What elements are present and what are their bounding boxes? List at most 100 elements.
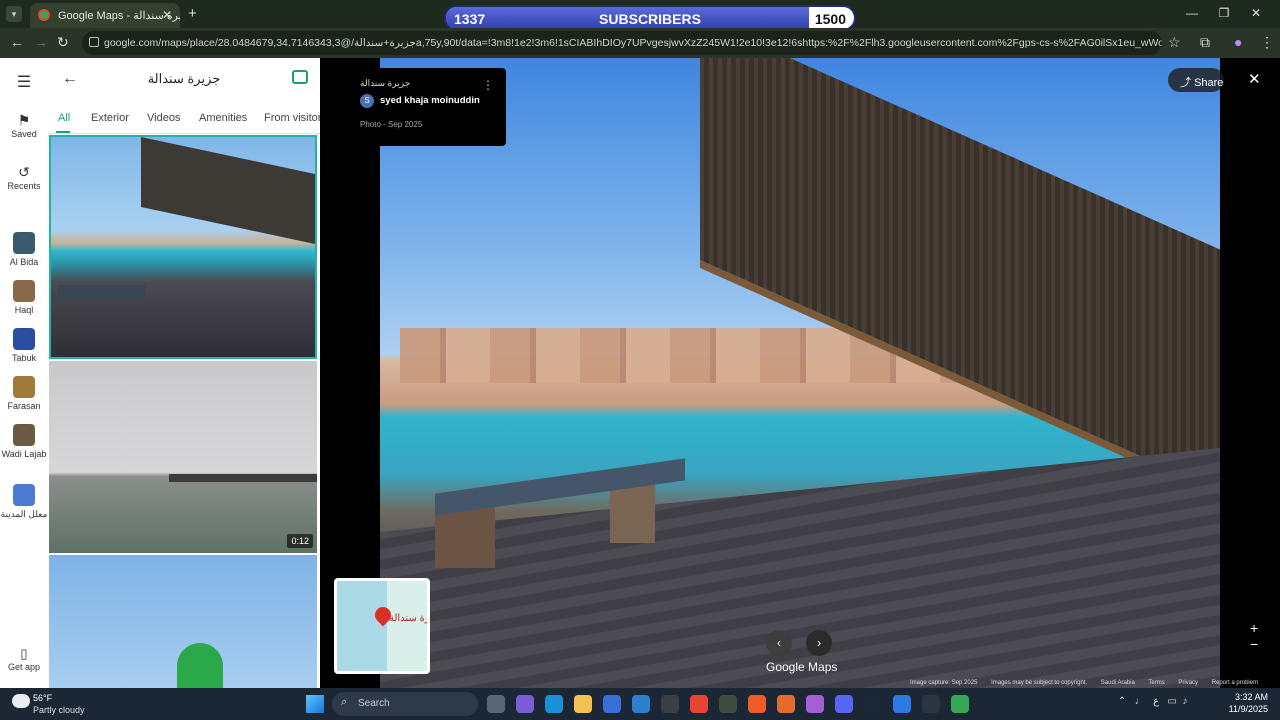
close-tab-icon[interactable]: ✕ — [162, 8, 172, 22]
contributor-name[interactable]: syed khaja moinuddin — [380, 95, 480, 106]
rail-get-app[interactable]: ▯ Get app — [0, 646, 48, 672]
photo-category-tabs: All Exterior Videos Amenities From visit… — [48, 110, 320, 134]
reload-icon[interactable]: ↻ — [57, 34, 69, 51]
photo-thumbnail-selected[interactable] — [49, 135, 317, 359]
new-tab-icon[interactable]: + — [188, 5, 197, 22]
menu-icon[interactable]: ☰ — [0, 72, 48, 92]
url-text: google.com/maps/place/جزيرة+سندالة/@28.0… — [104, 37, 1162, 49]
url-field[interactable]: google.com/maps/place/جزيرة+سندالة/@28.0… — [82, 31, 1162, 55]
language-indicator[interactable]: ع — [1153, 696, 1159, 707]
app-icon[interactable] — [806, 695, 824, 713]
main-photo[interactable] — [380, 58, 1220, 688]
tab-amenities[interactable]: Amenities — [199, 112, 247, 124]
rail-place[interactable]: Farasan — [0, 376, 48, 411]
report-problem-link[interactable]: Report a problem — [1212, 680, 1258, 686]
taskbar-search[interactable]: ⌕ Search — [332, 692, 478, 716]
info-place-name: جزيرة سندالة — [360, 78, 411, 88]
tab-videos[interactable]: Videos — [147, 112, 180, 124]
more-options-icon[interactable]: ⋮ — [482, 78, 494, 92]
browser-tab[interactable]: Google Maps - جزيرة سندالة ✕ — [30, 3, 180, 28]
display-icon[interactable]: ▭ — [1167, 696, 1176, 707]
app-icon[interactable] — [777, 695, 795, 713]
rail-saved[interactable]: ⚑ Saved — [0, 112, 48, 139]
mini-map[interactable]: جزيرة سندالة — [334, 578, 430, 674]
rail-place-label: Tabuk — [11, 353, 37, 363]
place-thumbnail — [13, 424, 35, 446]
google-maps-favicon-icon — [38, 9, 50, 21]
share-button[interactable]: ⤴ Share — [1168, 68, 1224, 92]
app-icon[interactable] — [661, 695, 679, 713]
previous-photo-button[interactable]: ‹ — [766, 630, 792, 656]
rail-place[interactable]: Wadi Lajab — [0, 424, 48, 459]
tray-chevron-icon[interactable]: ⌃ — [1118, 696, 1126, 707]
restore-icon[interactable]: ❐ — [1208, 6, 1240, 20]
extensions-icon[interactable]: ⧉ — [1200, 34, 1210, 51]
steam-icon[interactable] — [864, 695, 882, 713]
rail-place[interactable]: Al Bida — [0, 232, 48, 267]
microphone-icon[interactable]: ♩ — [1135, 696, 1145, 707]
site-info-icon[interactable] — [89, 37, 99, 47]
video-thumbnail[interactable]: 0:12 — [49, 361, 317, 553]
app-icon[interactable] — [922, 695, 940, 713]
clock-date[interactable]: 11/9/2025 — [1224, 704, 1268, 714]
file-explorer-icon[interactable] — [574, 695, 592, 713]
rail-place-label: Haql — [14, 305, 34, 315]
place-thumbnail — [13, 280, 35, 302]
privacy-link[interactable]: Privacy — [1178, 680, 1198, 686]
rail-place[interactable]: Haql — [0, 280, 48, 315]
mail-icon[interactable] — [632, 695, 650, 713]
rail-place[interactable]: Tabuk — [0, 328, 48, 363]
tab-exterior[interactable]: Exterior — [91, 112, 129, 124]
minimize-icon[interactable]: — — [1176, 6, 1208, 20]
chrome-icon[interactable] — [690, 695, 708, 713]
weather-icon[interactable] — [12, 694, 30, 708]
add-photo-icon[interactable] — [292, 70, 308, 84]
photo-date: Photo - Sep 2025 — [360, 120, 423, 129]
tab-list-button[interactable]: ▾ — [6, 6, 22, 22]
tab-all[interactable]: All — [58, 112, 70, 124]
app-icon[interactable] — [893, 695, 911, 713]
forward-icon[interactable]: → — [34, 34, 48, 50]
edge-icon[interactable] — [545, 695, 563, 713]
photo-shoreline — [169, 474, 317, 482]
weather-description[interactable]: Partly cloudy — [33, 705, 85, 715]
zoom-in-icon[interactable]: + — [1250, 620, 1258, 636]
copilot-icon[interactable] — [516, 695, 534, 713]
profile-avatar[interactable]: ● — [1234, 34, 1242, 50]
clock-time[interactable]: 3:32 AM — [1224, 692, 1268, 702]
task-view-icon[interactable] — [487, 695, 505, 713]
weather-temperature[interactable]: 56°F — [33, 693, 52, 703]
subscriber-label: SUBSCRIBERS — [599, 11, 701, 27]
rail-place-label: Wadi Lajab — [1, 449, 47, 459]
minimap-label: جزيرة سندالة — [389, 613, 430, 624]
rail-place[interactable]: معلل المدينة — [0, 484, 48, 520]
next-photo-button[interactable]: › — [806, 630, 832, 656]
tab-from-visitors[interactable]: From visitors — [264, 112, 320, 124]
history-icon: ↺ — [18, 164, 30, 180]
system-tray: ⌃ ♩ ع ▭ ♪ — [1118, 696, 1187, 707]
close-icon[interactable]: ✕ — [1248, 70, 1261, 88]
rail-recents[interactable]: ↺ Recents — [0, 164, 48, 191]
browser-menu-icon[interactable]: ⋮ — [1260, 34, 1274, 51]
back-icon[interactable]: ← — [10, 34, 24, 50]
zoom-out-icon[interactable]: − — [1250, 636, 1258, 652]
start-button[interactable] — [306, 695, 324, 713]
photo-viewer: جزيرة سندالة ⋮ S syed khaja moinuddin Ph… — [320, 58, 1280, 688]
photo-info-card: جزيرة سندالة ⋮ S syed khaja moinuddin Ph… — [350, 68, 506, 146]
photo-person — [177, 643, 223, 688]
user-avatar[interactable]: S — [360, 94, 374, 108]
photo-thumbnail[interactable] — [49, 555, 317, 688]
bookmark-star-icon[interactable]: ☆ — [1168, 34, 1181, 51]
region-link[interactable]: Saudi Arabia — [1101, 680, 1135, 686]
bookmark-icon: ⚑ — [17, 112, 31, 128]
store-icon[interactable] — [603, 695, 621, 713]
discord-icon[interactable] — [835, 695, 853, 713]
app-icon[interactable] — [719, 695, 737, 713]
terms-link[interactable]: Terms — [1148, 680, 1164, 686]
panel-title: جزيرة سندالة — [147, 71, 221, 86]
close-window-icon[interactable]: ✕ — [1240, 6, 1272, 20]
brave-icon[interactable] — [748, 695, 766, 713]
google-maps-logo: Google Maps — [766, 660, 838, 674]
chrome-icon[interactable] — [951, 695, 969, 713]
volume-icon[interactable]: ♪ — [1182, 696, 1187, 707]
